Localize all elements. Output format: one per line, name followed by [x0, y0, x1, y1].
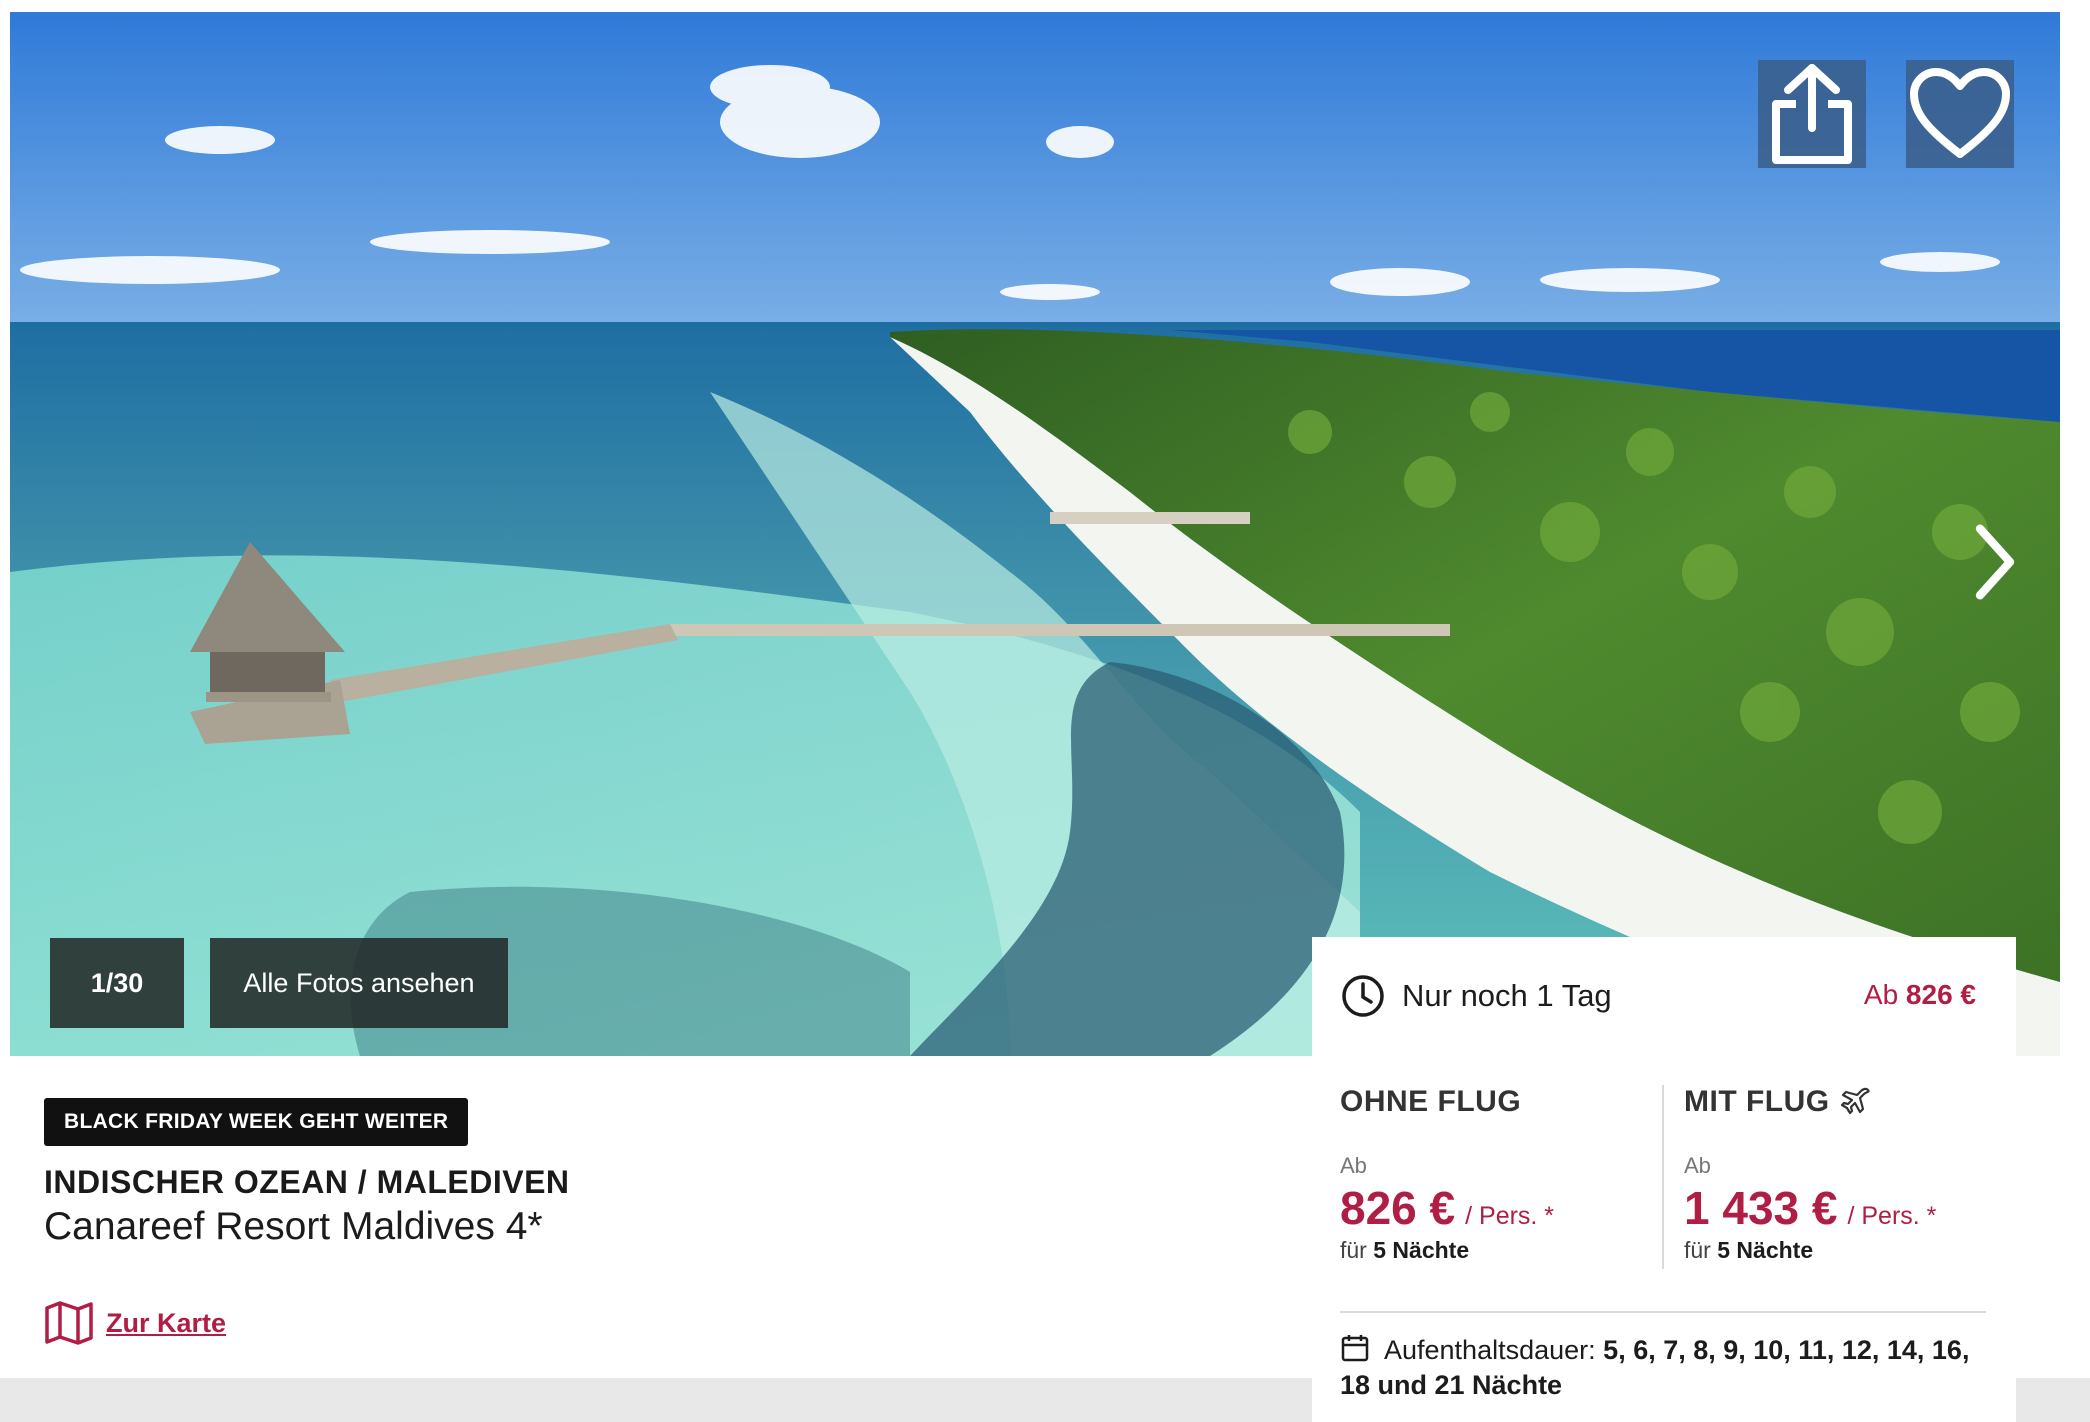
nights-prefix: für [1684, 1237, 1711, 1263]
photo-counter: 1/30 [50, 938, 184, 1028]
option-from: Ab [1340, 1153, 1367, 1178]
per-person: / Pers. * [1847, 1202, 1937, 1230]
stay-label: Aufenthaltsdauer: [1384, 1335, 1596, 1365]
per-person: / Pers. * [1465, 1202, 1555, 1230]
hero-photo[interactable]: 1/30 Alle Fotos ansehen [10, 12, 2060, 1056]
nights-value: 5 Nächte [1717, 1237, 1814, 1263]
option-without-flight[interactable]: OHNE FLUG Ab 826 € / Pers. * für 5 Nächt… [1340, 1085, 1554, 1264]
option-title-row: MIT FLUG [1684, 1085, 1936, 1119]
maldives-aerial-photo [10, 12, 2060, 1056]
nights-value: 5 Nächte [1373, 1237, 1470, 1263]
share-icon [1772, 64, 1852, 164]
heart-icon [1910, 68, 2010, 158]
promo-badge: BLACK FRIDAY WEEK GEHT WEITER [44, 1098, 469, 1146]
stay-duration: Aufenthaltsdauer: 5, 6, 7, 8, 9, 10, 11,… [1340, 1333, 1990, 1403]
divider [1340, 1311, 1986, 1313]
option-with-flight[interactable]: MIT FLUG Ab 1 433 € / Pers. * für 5 Näch… [1684, 1085, 1936, 1264]
option-title: MIT FLUG [1684, 1085, 1830, 1118]
map-link-label[interactable]: Zur Karte [106, 1308, 226, 1339]
all-photos-button[interactable]: Alle Fotos ansehen [210, 938, 508, 1028]
option-price: 1 433 € [1684, 1182, 1838, 1234]
map-link[interactable]: Zur Karte [44, 1300, 226, 1346]
option-title: OHNE FLUG [1340, 1085, 1522, 1118]
favorite-button[interactable] [1906, 60, 2014, 168]
deadline-row: Nur noch 1 Tag [1340, 973, 1612, 1019]
next-photo-button[interactable] [1970, 522, 2020, 602]
option-price: 826 € [1340, 1182, 1456, 1234]
option-nights: für 5 Nächte [1684, 1237, 1936, 1264]
map-icon [45, 1301, 93, 1345]
from-prefix: Ab [1863, 979, 1899, 1010]
destination-title: INDISCHER OZEAN / MALEDIVEN [44, 1164, 570, 1200]
from-price-value: 826 € [1905, 979, 1976, 1010]
option-price-row: 1 433 € / Pers. * [1684, 1181, 1936, 1235]
deadline-text: Nur noch 1 Tag [1402, 978, 1612, 1013]
calendar-icon [1341, 1335, 1369, 1362]
airplane-icon [1840, 1087, 1870, 1115]
nights-prefix: für [1340, 1237, 1367, 1263]
option-nights: für 5 Nächte [1340, 1237, 1554, 1264]
option-price-row: 826 € / Pers. * [1340, 1181, 1554, 1235]
chevron-right-icon [1975, 524, 2015, 600]
from-price: Ab 826 € [1864, 979, 1976, 1011]
price-card: Nur noch 1 Tag Ab 826 € OHNE FLUG Ab 826… [1312, 937, 2016, 1422]
hotel-name: Canareef Resort Maldives 4* [44, 1205, 543, 1248]
clock-icon [1342, 975, 1384, 1017]
column-divider [1662, 1085, 1664, 1269]
option-from: Ab [1684, 1153, 1711, 1178]
share-button[interactable] [1758, 60, 1866, 168]
